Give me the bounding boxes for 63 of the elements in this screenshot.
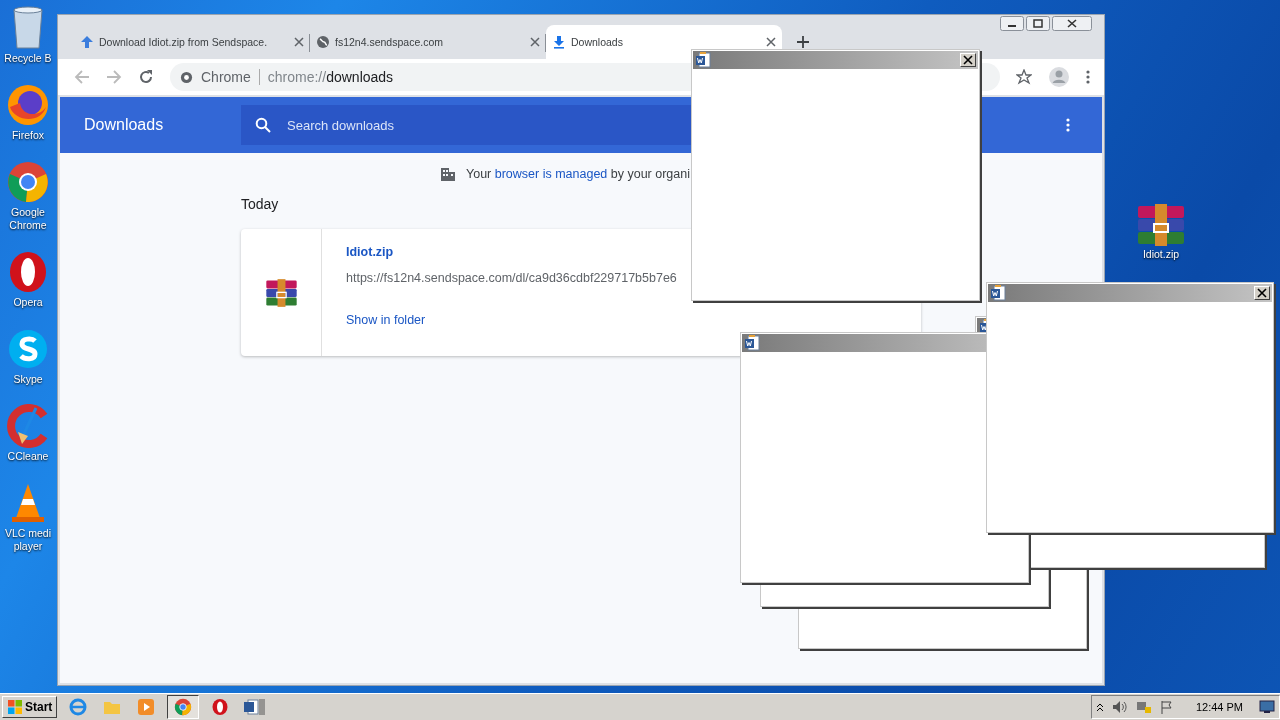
flag-icon[interactable] bbox=[1159, 700, 1174, 714]
document-icon bbox=[695, 52, 711, 68]
close-icon[interactable] bbox=[530, 37, 540, 47]
show-in-folder-link[interactable]: Show in folder bbox=[346, 313, 677, 327]
close-icon[interactable] bbox=[294, 37, 304, 47]
reload-icon[interactable] bbox=[138, 69, 154, 85]
ccleaner-icon[interactable] bbox=[6, 404, 50, 448]
search-icon bbox=[255, 117, 271, 133]
page-title: Downloads bbox=[84, 116, 165, 134]
new-tab-icon[interactable] bbox=[796, 35, 810, 49]
browser-tab[interactable]: Download Idiot.zip from Sendspace. bbox=[74, 25, 310, 59]
section-heading: Today bbox=[241, 196, 280, 212]
document-icon bbox=[744, 335, 760, 351]
taskbar-button[interactable] bbox=[167, 695, 200, 719]
skype-icon[interactable] bbox=[6, 327, 50, 371]
chrome-icon bbox=[180, 70, 193, 84]
close-icon bbox=[963, 55, 973, 65]
building-icon bbox=[440, 166, 456, 182]
close-button[interactable] bbox=[1254, 286, 1270, 300]
clock[interactable]: 12:44 PM bbox=[1195, 701, 1243, 713]
show-hidden-icons-icon[interactable] bbox=[1095, 702, 1104, 712]
show-desktop-icon[interactable] bbox=[1259, 700, 1275, 714]
avatar-icon[interactable] bbox=[1048, 66, 1070, 88]
archive-icon[interactable] bbox=[1136, 204, 1186, 246]
document-icon bbox=[243, 698, 266, 716]
file-url: https://fs12n4.sendspace.com/dl/ca9d36cdbf229717b5b7e6 bbox=[346, 271, 677, 285]
windows-logo-icon bbox=[7, 699, 23, 715]
close-icon bbox=[1257, 288, 1267, 298]
close-button[interactable] bbox=[960, 53, 976, 67]
up-arrow-icon bbox=[80, 35, 94, 49]
file-name-link[interactable]: Idiot.zip bbox=[346, 245, 677, 259]
minimize-icon[interactable] bbox=[1000, 16, 1024, 31]
menu-icon[interactable] bbox=[1086, 70, 1090, 84]
chrome-icon bbox=[174, 698, 193, 716]
desktop-icon-label[interactable]: Idiot.zip bbox=[1142, 248, 1180, 261]
close-icon[interactable] bbox=[1052, 16, 1092, 31]
star-icon[interactable] bbox=[1016, 69, 1032, 85]
document-icon bbox=[990, 285, 1006, 301]
taskbar-button[interactable] bbox=[241, 696, 268, 718]
browser-e-icon bbox=[69, 698, 88, 716]
desktop-icon-label[interactable]: Skype bbox=[13, 373, 43, 386]
desktop-icon-label[interactable]: Firefox bbox=[11, 129, 45, 142]
desktop-icon-label[interactable]: Opera bbox=[13, 296, 43, 309]
desktop-icon-label[interactable]: Recycle B bbox=[4, 52, 52, 65]
chrome-icon[interactable] bbox=[6, 160, 50, 204]
network-icon[interactable] bbox=[1135, 700, 1152, 714]
play-icon bbox=[137, 698, 156, 716]
speaker-icon[interactable] bbox=[1111, 700, 1128, 714]
download-icon bbox=[552, 35, 566, 49]
browser-tab[interactable]: fs12n4.sendspace.com bbox=[310, 25, 546, 59]
managed-notice: Your browser is managed by your organi bbox=[466, 167, 690, 181]
start-button[interactable]: Start bbox=[2, 696, 58, 718]
close-icon[interactable] bbox=[766, 37, 776, 47]
opera-icon bbox=[211, 698, 230, 716]
managed-link[interactable]: browser is managed bbox=[494, 167, 608, 181]
menu-icon[interactable] bbox=[1066, 118, 1070, 132]
archive-icon bbox=[264, 277, 298, 308]
search-field[interactable]: Search downloads bbox=[241, 105, 693, 145]
firefox-icon[interactable] bbox=[6, 83, 50, 127]
restore-icon[interactable] bbox=[1026, 16, 1050, 31]
desktop-icon-label[interactable]: Google Chrome bbox=[1, 206, 55, 232]
desktop-icon-label[interactable]: VLC medi player bbox=[1, 527, 55, 553]
desktop-icon-label[interactable]: CCleane bbox=[7, 450, 49, 463]
